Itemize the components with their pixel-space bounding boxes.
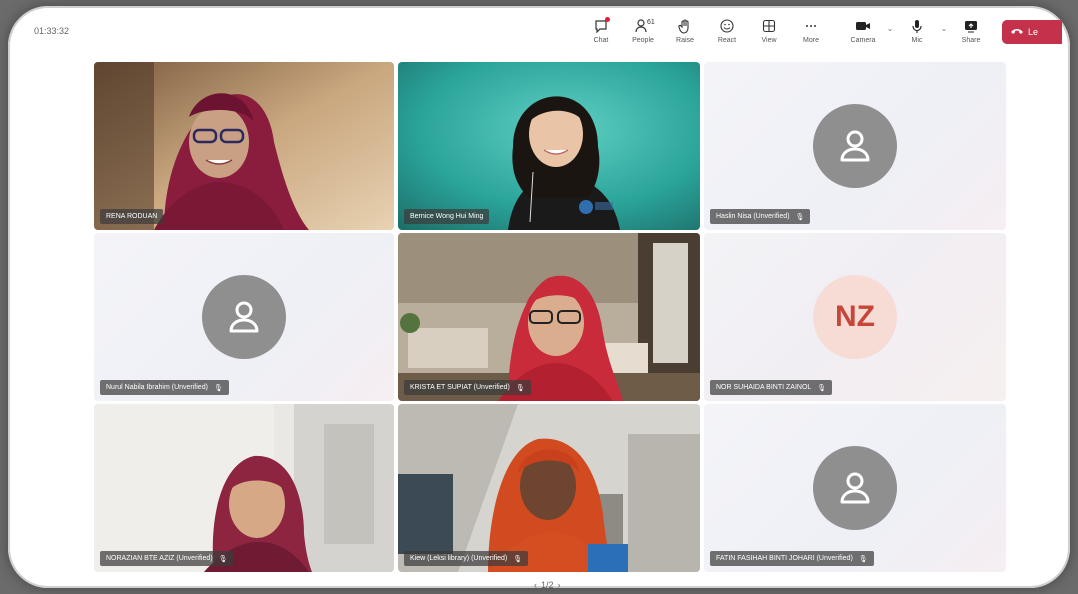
mic-muted-icon: 🎙	[213, 384, 223, 392]
participant-video	[398, 62, 700, 230]
participant-name: Kiew (Leksi library) (Unverified)	[410, 555, 508, 562]
mic-muted-icon: 🎙	[858, 555, 868, 563]
participant-tile[interactable]: Bernice Wong Hui Ming	[398, 62, 700, 230]
raise-hand-button[interactable]: Raise	[664, 16, 706, 44]
chat-button[interactable]: Chat	[580, 16, 622, 44]
participant-nametag: KRISTA ET SUPIAT (Unverified) 🎙	[404, 380, 531, 395]
next-page-chevron-icon[interactable]: ›	[558, 580, 561, 588]
participant-name: FATIN FASIHAH BINTI JOHARI (Unverified)	[716, 555, 853, 562]
people-button[interactable]: 61 People	[622, 16, 664, 44]
meeting-toolbar: Chat 61 People Raise React View More Cam…	[580, 16, 1062, 50]
microphone-icon	[911, 16, 923, 36]
participant-name: Haslin Nisa (Unverified)	[716, 213, 790, 220]
grid-view-icon	[762, 16, 776, 36]
mic-muted-icon: 🎙	[515, 384, 525, 392]
participant-nametag: FATIN FASIHAH BINTI JOHARI (Unverified) …	[710, 551, 874, 566]
meeting-window: 01:33:32 Chat 61 People Raise React View…	[8, 6, 1070, 588]
people-count: 61	[647, 19, 655, 26]
participant-tile[interactable]: FATIN FASIHAH BINTI JOHARI (Unverified) …	[704, 404, 1006, 572]
mic-options-chevron-icon[interactable]: ⌄	[938, 16, 950, 33]
pagination: ‹ 1/2 ›	[534, 580, 561, 588]
people-label: People	[632, 37, 654, 44]
participant-video	[94, 62, 394, 230]
participant-nametag: Kiew (Leksi library) (Unverified) 🎙	[404, 551, 529, 566]
share-label: Share	[961, 37, 981, 44]
camera-icon	[855, 16, 871, 36]
participant-name: NOR SUHAIDA BINTI ZAINOL	[716, 384, 812, 391]
ellipsis-icon	[804, 16, 818, 36]
participant-nametag: Haslin Nisa (Unverified) 🎙	[710, 209, 811, 224]
participant-tile[interactable]: RENA RODUAN	[94, 62, 394, 230]
leave-button[interactable]: Le	[1002, 20, 1062, 44]
person-avatar-icon	[813, 104, 897, 188]
page-indicator: 1/2	[541, 580, 554, 588]
raise-label: Raise	[676, 37, 694, 44]
smiley-icon	[720, 16, 734, 36]
participant-nametag: Bernice Wong Hui Ming	[404, 209, 490, 224]
share-button[interactable]: Share	[950, 16, 992, 44]
mic-muted-icon: 🎙	[817, 384, 827, 392]
view-button[interactable]: View	[748, 16, 790, 44]
view-label: View	[761, 37, 777, 44]
participant-name: Nurul Nabila Ibrahim (Unverified)	[106, 384, 208, 391]
share-screen-icon	[964, 16, 978, 36]
chat-label: Chat	[593, 37, 609, 44]
participant-name: NORAZIAN BTE AZIZ (Unverified)	[106, 555, 213, 562]
participant-video	[398, 233, 700, 401]
participant-tile[interactable]: Haslin Nisa (Unverified) 🎙	[704, 62, 1006, 230]
participant-tile[interactable]: NORAZIAN BTE AZIZ (Unverified) 🎙	[94, 404, 394, 572]
mic-muted-icon: 🎙	[218, 555, 228, 563]
participant-nametag: NOR SUHAIDA BINTI ZAINOL 🎙	[710, 380, 833, 395]
participant-tile[interactable]: KRISTA ET SUPIAT (Unverified) 🎙	[398, 233, 700, 401]
participant-name: KRISTA ET SUPIAT (Unverified)	[410, 384, 510, 391]
hand-icon	[678, 16, 692, 36]
camera-label: Camera	[850, 37, 876, 44]
mic-muted-icon: 🎙	[795, 213, 805, 221]
camera-options-chevron-icon[interactable]: ⌄	[884, 16, 896, 33]
participant-nametag: Nurul Nabila Ibrahim (Unverified) 🎙	[100, 380, 229, 395]
more-button[interactable]: More	[790, 16, 832, 44]
participant-nametag: RENA RODUAN	[100, 209, 164, 224]
camera-button[interactable]: Camera	[842, 16, 884, 44]
leave-label: Le	[1028, 27, 1039, 37]
person-avatar-icon	[202, 275, 286, 359]
participant-name: Bernice Wong Hui Ming	[410, 213, 484, 220]
person-avatar-icon	[813, 446, 897, 530]
participant-tile[interactable]: Nurul Nabila Ibrahim (Unverified) 🎙	[94, 233, 394, 401]
react-button[interactable]: React	[706, 16, 748, 44]
mic-label: Mic	[911, 37, 923, 44]
participant-video	[94, 404, 394, 572]
phone-hangup-icon	[1010, 27, 1024, 37]
participant-tile[interactable]: NZ NOR SUHAIDA BINTI ZAINOL 🎙	[704, 233, 1006, 401]
mic-muted-icon: 🎙	[513, 555, 523, 563]
chat-notification-dot	[605, 17, 610, 22]
initials-avatar: NZ	[813, 275, 897, 359]
more-label: More	[803, 37, 819, 44]
meeting-timer: 01:33:32	[34, 26, 70, 36]
participant-tile[interactable]: Kiew (Leksi library) (Unverified) 🎙	[398, 404, 700, 572]
previous-page-chevron-icon[interactable]: ‹	[534, 580, 537, 588]
participant-nametag: NORAZIAN BTE AZIZ (Unverified) 🎙	[100, 551, 234, 566]
react-label: React	[717, 37, 737, 44]
participant-name: RENA RODUAN	[106, 213, 158, 220]
mic-button[interactable]: Mic	[896, 16, 938, 44]
participant-video	[398, 404, 700, 572]
participant-grid: RENA RODUAN Bernice Wong Hui Ming Haslin…	[94, 62, 1006, 572]
